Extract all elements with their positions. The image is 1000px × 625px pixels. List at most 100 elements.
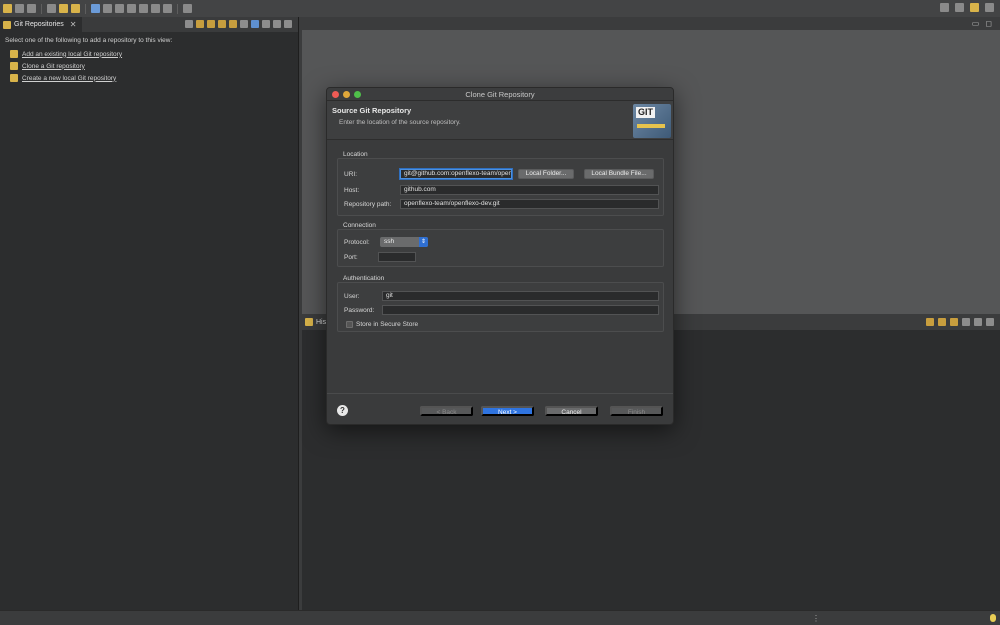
finish-button[interactable]: Finish — [610, 406, 663, 416]
store-in-secure-store-label: Store in Secure Store — [356, 321, 419, 328]
password-input[interactable] — [382, 305, 659, 315]
debug-icon[interactable] — [47, 4, 56, 13]
port-input[interactable] — [378, 252, 416, 262]
create-repo-icon[interactable] — [218, 20, 226, 28]
toolbar-separator — [41, 3, 42, 14]
git-perspective-icon[interactable] — [970, 3, 979, 12]
compare-icon[interactable] — [938, 318, 946, 326]
location-group-title: Location — [343, 151, 368, 158]
authentication-group-title: Authentication — [343, 275, 385, 282]
host-input[interactable]: github.com — [400, 185, 659, 195]
maximize-icon[interactable] — [986, 318, 994, 326]
main-toolbar — [0, 0, 1000, 17]
view-toolbar — [185, 20, 292, 28]
tab-label: Git Repositories — [14, 21, 64, 28]
minimize-window-button[interactable] — [343, 91, 350, 98]
collapse-all-icon[interactable] — [185, 20, 193, 28]
git-repositories-view: Git Repositories ✕ Select one of the fol… — [0, 17, 299, 610]
back-button[interactable]: < Back — [420, 406, 473, 416]
tab-git-repositories[interactable]: Git Repositories ✕ — [0, 17, 82, 32]
host-label: Host: — [344, 187, 360, 194]
settings-icon[interactable] — [962, 318, 970, 326]
zoom-window-button[interactable] — [354, 91, 361, 98]
annotation-icon[interactable] — [115, 4, 124, 13]
repository-path-input[interactable]: openflexo-team/openflexo-dev.git — [400, 199, 659, 209]
connection-group: Connection Protocol: ssh ⇕ Port: — [337, 222, 664, 267]
add-repo-icon[interactable] — [196, 20, 204, 28]
clone-repo-icon[interactable] — [207, 20, 215, 28]
user-input[interactable]: git — [382, 291, 659, 301]
create-repo-row: Create a new local Git repository — [10, 74, 116, 82]
authentication-group: Authentication User: git Password: Store… — [337, 275, 664, 332]
minimize-icon[interactable] — [273, 20, 281, 28]
java-perspective-icon[interactable] — [985, 3, 994, 12]
connection-group-title: Connection — [343, 222, 376, 229]
minimize-icon[interactable]: ▭ — [972, 19, 980, 28]
close-window-button[interactable] — [332, 91, 339, 98]
wizard-page-title: Source Git Repository — [332, 106, 412, 115]
editor-controls: ▭ ◻ — [972, 19, 992, 28]
cancel-button[interactable]: Cancel — [545, 406, 598, 416]
store-in-secure-store-checkbox[interactable] — [346, 321, 353, 328]
git-repo-icon — [3, 20, 11, 29]
refresh-icon[interactable] — [240, 20, 248, 28]
view-menu-icon[interactable] — [262, 20, 270, 28]
user-label: User: — [344, 293, 360, 300]
status-grip-icon: ⋮ — [812, 614, 820, 623]
git-logo-text: GIT — [636, 107, 655, 118]
port-label: Port: — [344, 254, 358, 261]
clone-repo-link[interactable]: Clone a Git repository — [22, 63, 85, 70]
link-icon[interactable] — [926, 318, 934, 326]
search-toolbar-icon[interactable] — [103, 4, 112, 13]
next-button[interactable]: Next > — [481, 406, 534, 416]
dialog-title-bar: Clone Git Repository — [327, 88, 673, 101]
filter-icon[interactable] — [950, 318, 958, 326]
add-repo-icon — [10, 50, 18, 58]
task-icon[interactable] — [91, 4, 100, 13]
edit-icon[interactable] — [71, 4, 80, 13]
nav-back-icon[interactable] — [151, 4, 160, 13]
maximize-icon[interactable] — [284, 20, 292, 28]
save-icon[interactable] — [15, 4, 24, 13]
maximize-icon[interactable]: ◻ — [985, 19, 992, 28]
clone-git-repository-dialog: Clone Git Repository Source Git Reposito… — [326, 87, 674, 425]
save-all-icon[interactable] — [27, 4, 36, 13]
create-repo-link[interactable]: Create a new local Git repository — [22, 75, 116, 82]
wizard-footer: ? < Back Next > Cancel Finish — [327, 393, 673, 424]
filter-icon[interactable] — [251, 20, 259, 28]
lightbulb-icon[interactable] — [990, 614, 996, 622]
window-controls — [332, 91, 361, 98]
add-existing-repo-link[interactable]: Add an existing local Git repository — [22, 51, 122, 58]
toolbar-separator — [177, 3, 178, 14]
help-icon[interactable]: ? — [337, 405, 348, 416]
intro-text: Select one of the following to add a rep… — [5, 37, 173, 44]
new-icon[interactable] — [3, 4, 12, 13]
wizard-header: Source Git Repository Enter the location… — [327, 101, 673, 140]
git-logo-bar — [637, 124, 665, 128]
uri-input[interactable]: git@github.com:openflexo-team/openflexo-… — [400, 169, 512, 179]
clone-repo-row: Clone a Git repository — [10, 62, 85, 70]
search-icon[interactable] — [940, 3, 949, 12]
nav-forward-icon[interactable] — [163, 4, 172, 13]
wizard-page-description: Enter the location of the source reposit… — [339, 119, 461, 126]
repository-path-label: Repository path: — [344, 201, 392, 208]
editor-tabbar — [302, 17, 1000, 30]
toolbar-separator — [85, 3, 86, 14]
run-icon[interactable] — [59, 4, 68, 13]
history-toolbar — [926, 318, 994, 326]
toolbar-right — [940, 3, 994, 12]
close-icon[interactable]: ✕ — [70, 20, 77, 29]
tab-history[interactable]: His — [316, 319, 326, 326]
forward-arrow-icon[interactable] — [139, 4, 148, 13]
minimize-icon[interactable] — [974, 318, 982, 326]
back-arrow-icon[interactable] — [127, 4, 136, 13]
terminal-icon[interactable] — [183, 4, 192, 13]
local-folder-button[interactable]: Local Folder... — [518, 169, 574, 179]
link-editor-icon[interactable] — [229, 20, 237, 28]
perspective-icon[interactable] — [955, 3, 964, 12]
protocol-select[interactable]: ssh ⇕ — [380, 237, 428, 247]
status-bar: ⋮ — [0, 610, 1000, 625]
git-logo-icon: GIT — [633, 104, 671, 138]
local-bundle-file-button[interactable]: Local Bundle File... — [584, 169, 654, 179]
view-tabbar: Git Repositories ✕ — [0, 17, 298, 32]
